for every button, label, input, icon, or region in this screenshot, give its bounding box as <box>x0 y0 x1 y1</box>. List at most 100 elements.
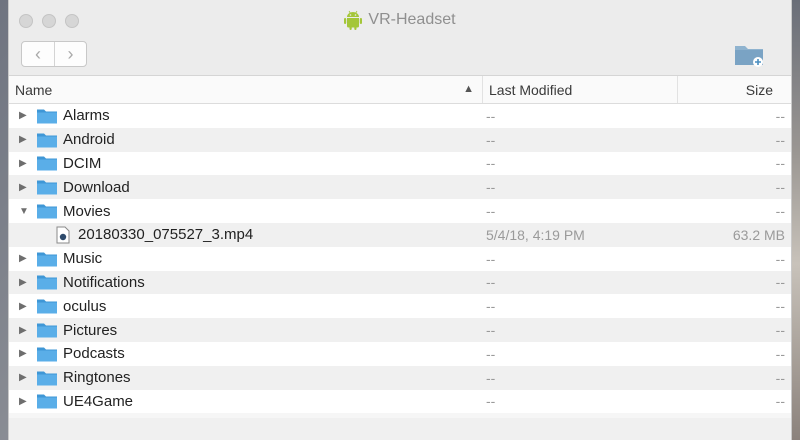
size-cell: -- <box>775 345 785 362</box>
modified-cell: -- <box>486 107 496 124</box>
folder-row[interactable]: ▶ Ringtones -- -- <box>9 365 791 390</box>
name-cell: ▶ Music <box>9 247 482 271</box>
modified-cell: -- <box>486 298 496 315</box>
name-cell: ▶ DCIM <box>9 152 482 176</box>
navigation-buttons: ‹ › <box>21 41 87 67</box>
disclosure-collapsed-icon[interactable]: ▶ <box>19 301 33 312</box>
list-empty-area <box>9 418 791 440</box>
modified-cell: -- <box>486 155 496 172</box>
folder-name: DCIM <box>63 154 102 172</box>
folder-icon <box>37 180 57 195</box>
modified-cell: -- <box>486 369 496 386</box>
name-header-label: Name <box>15 81 53 98</box>
back-button[interactable]: ‹ <box>22 42 54 66</box>
folder-icon <box>37 133 57 148</box>
disclosure-expanded-icon[interactable]: ▼ <box>19 206 33 217</box>
folder-icon <box>37 347 57 362</box>
name-cell: ▶ oculus <box>9 294 482 318</box>
folder-name: UE4Game <box>63 392 134 410</box>
size-cell: -- <box>775 274 785 291</box>
name-cell: ▶ Android <box>9 128 482 152</box>
modified-column-header[interactable]: Last Modified <box>482 76 677 103</box>
modified-cell: -- <box>486 179 496 196</box>
window-title: VR-Headset <box>368 11 456 28</box>
size-cell: -- <box>775 322 785 339</box>
folder-name: Pictures <box>63 321 118 339</box>
folder-row[interactable]: ▶ oculus -- -- <box>9 294 791 319</box>
size-header-label: Size <box>745 81 773 98</box>
disclosure-collapsed-icon[interactable]: ▶ <box>19 277 33 288</box>
sort-ascending-icon: ▲ <box>463 83 474 95</box>
size-column-header[interactable]: Size <box>677 76 791 103</box>
name-cell: 20180330_075527_3.mp4 <box>9 223 482 247</box>
folder-name: Podcasts <box>63 345 125 363</box>
size-cell: -- <box>775 155 785 172</box>
size-cell: -- <box>775 131 785 148</box>
folder-row[interactable]: ▼ Movies -- -- <box>9 199 791 223</box>
folder-icon <box>37 109 57 124</box>
new-folder-icon[interactable] <box>733 40 765 68</box>
file-browser-window: VR-Headset ‹ › Name ▲ Last Modified Size <box>8 0 792 440</box>
folder-row[interactable]: ▶ Pictures -- -- <box>9 318 791 342</box>
modified-cell: -- <box>486 274 496 291</box>
size-cell: -- <box>775 298 785 315</box>
disclosure-collapsed-icon[interactable]: ▶ <box>19 134 33 145</box>
title-bar: VR-Headset ‹ › <box>9 0 791 76</box>
window-title-group: VR-Headset <box>9 10 791 30</box>
disclosure-collapsed-icon[interactable]: ▶ <box>19 348 33 359</box>
folder-icon <box>37 252 57 267</box>
folder-name: Ringtones <box>63 369 131 387</box>
folder-row[interactable]: ▶ Android -- -- <box>9 127 791 152</box>
name-cell: ▶ Ringtones <box>9 366 482 390</box>
disclosure-collapsed-icon[interactable]: ▶ <box>19 372 33 383</box>
folder-name: Alarms <box>63 107 110 125</box>
file-name: 20180330_075527_3.mp4 <box>78 226 254 244</box>
folder-row[interactable]: ▶ Notifications -- -- <box>9 270 791 295</box>
folder-row[interactable]: ▶ Download -- -- <box>9 175 791 200</box>
folder-icon <box>37 323 57 338</box>
name-cell: ▼ Movies <box>9 199 482 223</box>
modified-header-label: Last Modified <box>489 81 573 98</box>
folder-name: Music <box>63 250 103 268</box>
name-cell: ▶ Alarms <box>9 104 482 128</box>
folder-icon <box>37 204 57 219</box>
folder-icon <box>37 275 57 290</box>
disclosure-collapsed-icon[interactable]: ▶ <box>19 325 33 336</box>
folder-name: Movies <box>63 202 111 220</box>
modified-cell: -- <box>486 203 496 220</box>
modified-cell: -- <box>486 345 496 362</box>
size-cell: 63.2 MB <box>732 226 785 243</box>
name-cell: ▶ UE4Game <box>9 390 482 414</box>
name-cell: ▶ Podcasts <box>9 342 482 366</box>
folder-row[interactable]: ▶ Alarms -- -- <box>9 104 791 128</box>
folder-icon <box>37 394 57 409</box>
folder-row[interactable]: ▶ Music -- -- <box>9 246 791 271</box>
folder-icon <box>37 299 57 314</box>
size-cell: -- <box>775 369 785 386</box>
file-row[interactable]: 20180330_075527_3.mp4 5/4/18, 4:19 PM 63.2… <box>9 222 791 247</box>
folder-row[interactable]: ▶ DCIM -- -- <box>9 151 791 176</box>
folder-name: Android <box>63 131 115 149</box>
size-cell: -- <box>775 179 785 196</box>
modified-cell: -- <box>486 322 496 339</box>
android-icon <box>344 10 363 30</box>
name-cell: ▶ Download <box>9 175 482 199</box>
chevron-right-icon: › <box>67 43 74 64</box>
disclosure-collapsed-icon[interactable]: ▶ <box>19 253 33 264</box>
disclosure-collapsed-icon[interactable]: ▶ <box>19 110 33 121</box>
disclosure-collapsed-icon[interactable]: ▶ <box>19 158 33 169</box>
size-cell: -- <box>775 203 785 220</box>
disclosure-collapsed-icon[interactable]: ▶ <box>19 182 33 193</box>
size-cell: -- <box>775 107 785 124</box>
modified-cell: 5/4/18, 4:19 PM <box>486 226 585 243</box>
name-cell: ▶ Notifications <box>9 271 482 295</box>
file-list: ▶ Alarms -- -- ▶ Android -- -- ▶ DCIM -- -- ▶ Downloa… <box>9 104 791 414</box>
folder-icon <box>37 156 57 171</box>
modified-cell: -- <box>486 393 496 410</box>
folder-name: Notifications <box>63 273 145 291</box>
forward-button[interactable]: › <box>54 42 86 66</box>
name-column-header[interactable]: Name ▲ <box>9 76 482 103</box>
folder-row[interactable]: ▶ Podcasts -- -- <box>9 341 791 366</box>
disclosure-collapsed-icon[interactable]: ▶ <box>19 396 33 407</box>
folder-row[interactable]: ▶ UE4Game -- -- <box>9 389 791 414</box>
